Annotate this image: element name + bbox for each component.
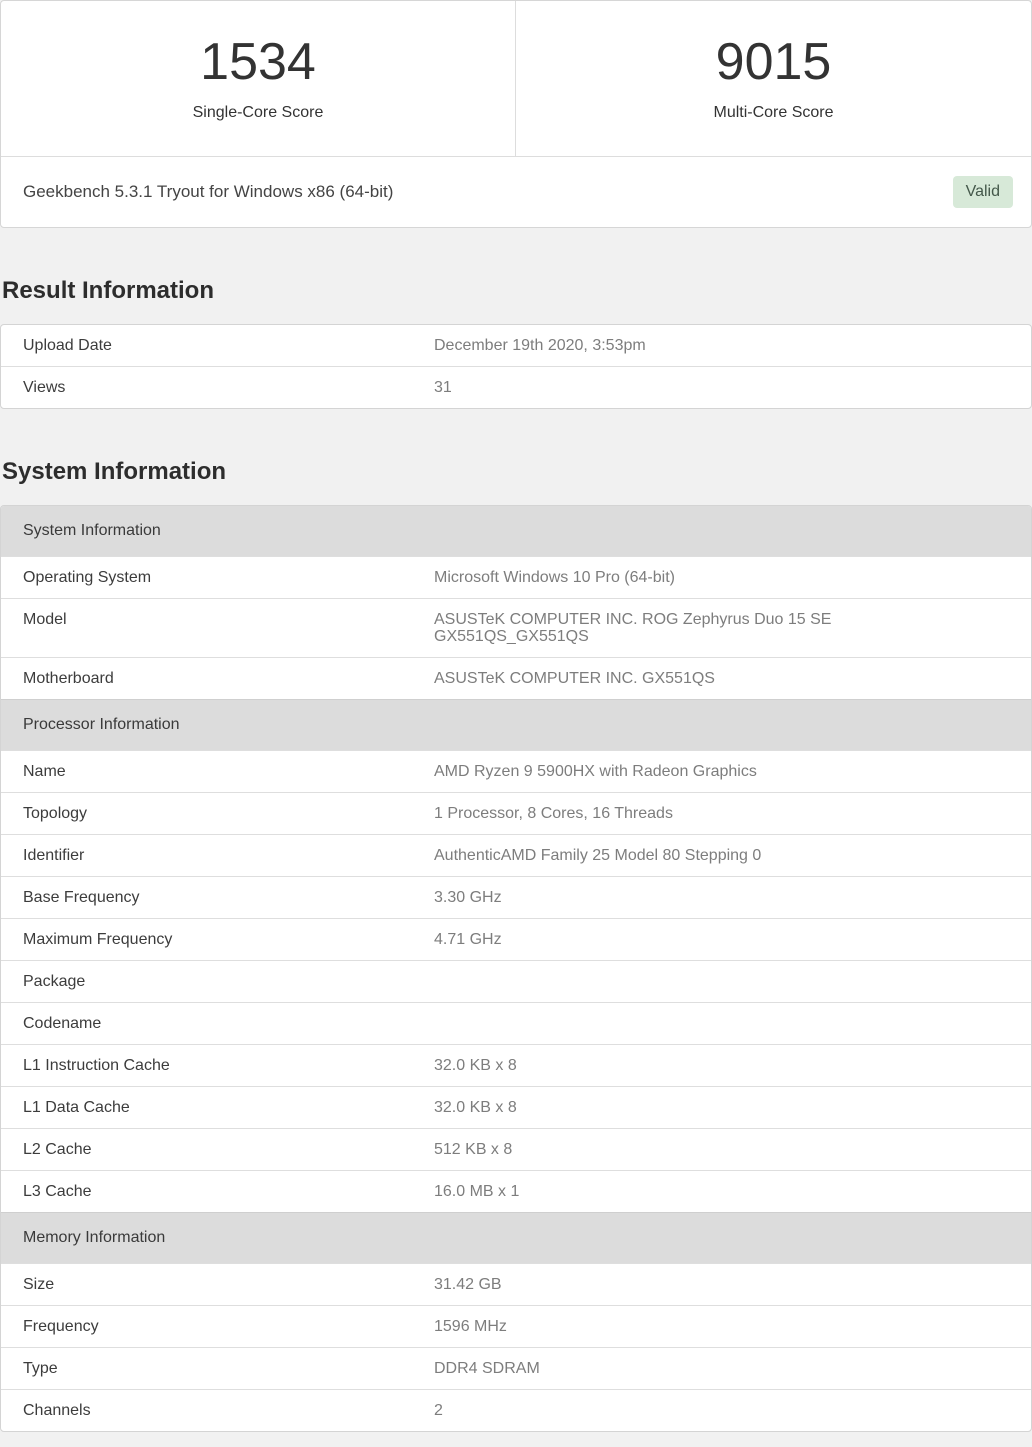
row-value: 1596 MHz — [434, 1306, 894, 1347]
row-value: 31.42 GB — [434, 1264, 894, 1305]
row-label: Upload Date — [1, 325, 434, 366]
system-information-heading: System Information — [2, 458, 1032, 486]
row-value: 512 KB x 8 — [434, 1129, 894, 1170]
score-row: 1534 Single-Core Score 9015 Multi-Core S… — [1, 1, 1031, 157]
row-label: Topology — [1, 793, 434, 834]
section-header-label: Memory Information — [23, 1229, 165, 1246]
row-value: ASUSTeK COMPUTER INC. GX551QS — [434, 658, 894, 699]
table-row: Topology 1 Processor, 8 Cores, 16 Thread… — [1, 792, 1031, 834]
row-value: 3.30 GHz — [434, 877, 894, 918]
table-row: Name AMD Ryzen 9 5900HX with Radeon Grap… — [1, 750, 1031, 792]
row-label: Name — [1, 751, 434, 792]
table-row: Frequency 1596 MHz — [1, 1305, 1031, 1347]
row-label: Identifier — [1, 835, 434, 876]
row-label: Package — [1, 961, 434, 1002]
section-header: Memory Information — [1, 1212, 1031, 1263]
single-core-score-label: Single-Core Score — [193, 104, 324, 122]
row-label: Channels — [1, 1390, 434, 1431]
valid-status-badge: Valid — [953, 176, 1013, 208]
table-section: Memory Information Size 31.42 GB Frequen… — [1, 1212, 1031, 1431]
table-row: Identifier AuthenticAMD Family 25 Model … — [1, 834, 1031, 876]
table-row: Operating System Microsoft Windows 10 Pr… — [1, 556, 1031, 598]
row-value: 31 — [434, 367, 894, 408]
table-row: Model ASUSTeK COMPUTER INC. ROG Zephyrus… — [1, 598, 1031, 657]
section-header: System Information — [1, 506, 1031, 556]
row-value: 1 Processor, 8 Cores, 16 Threads — [434, 793, 894, 834]
row-value: December 19th 2020, 3:53pm — [434, 325, 894, 366]
multi-core-score-label: Multi-Core Score — [713, 104, 833, 122]
row-label: Maximum Frequency — [1, 919, 434, 960]
single-core-score-cell: 1534 Single-Core Score — [1, 1, 516, 156]
row-value: 32.0 KB x 8 — [434, 1045, 894, 1086]
table-row: L2 Cache 512 KB x 8 — [1, 1128, 1031, 1170]
row-label: Base Frequency — [1, 877, 434, 918]
table-row: L1 Data Cache 32.0 KB x 8 — [1, 1086, 1031, 1128]
table-row: L1 Instruction Cache 32.0 KB x 8 — [1, 1044, 1031, 1086]
section-rows: Name AMD Ryzen 9 5900HX with Radeon Grap… — [1, 750, 1031, 1212]
table-row: Type DDR4 SDRAM — [1, 1347, 1031, 1389]
row-value: ASUSTeK COMPUTER INC. ROG Zephyrus Duo 1… — [434, 599, 894, 657]
row-label: Views — [1, 367, 434, 408]
table-row: L3 Cache 16.0 MB x 1 — [1, 1170, 1031, 1212]
row-label: L2 Cache — [1, 1129, 434, 1170]
table-row: Motherboard ASUSTeK COMPUTER INC. GX551Q… — [1, 657, 1031, 699]
table-row: Upload Date December 19th 2020, 3:53pm — [1, 325, 1031, 366]
row-value — [434, 1003, 894, 1044]
row-value: AuthenticAMD Family 25 Model 80 Stepping… — [434, 835, 894, 876]
row-label: L1 Data Cache — [1, 1087, 434, 1128]
row-value: Microsoft Windows 10 Pro (64-bit) — [434, 557, 894, 598]
row-value: 32.0 KB x 8 — [434, 1087, 894, 1128]
score-panel: 1534 Single-Core Score 9015 Multi-Core S… — [0, 0, 1032, 228]
table-row: Size 31.42 GB — [1, 1263, 1031, 1305]
table-section: System Information Operating System Micr… — [1, 506, 1031, 699]
row-label: Frequency — [1, 1306, 434, 1347]
section-header: Processor Information — [1, 699, 1031, 750]
table-row: Codename — [1, 1002, 1031, 1044]
row-label: L1 Instruction Cache — [1, 1045, 434, 1086]
row-label: Size — [1, 1264, 434, 1305]
row-label: Type — [1, 1348, 434, 1389]
table-row: Channels 2 — [1, 1389, 1031, 1431]
row-label: Codename — [1, 1003, 434, 1044]
row-label: Model — [1, 599, 434, 657]
system-information-table: System Information Operating System Micr… — [0, 505, 1032, 1432]
single-core-score-value: 1534 — [200, 35, 316, 90]
multi-core-score-cell: 9015 Multi-Core Score — [516, 1, 1031, 156]
row-value: AMD Ryzen 9 5900HX with Radeon Graphics — [434, 751, 894, 792]
benchmark-title-row: Geekbench 5.3.1 Tryout for Windows x86 (… — [1, 157, 1031, 227]
section-rows: Size 31.42 GB Frequency 1596 MHz Type DD… — [1, 1263, 1031, 1431]
row-label: L3 Cache — [1, 1171, 434, 1212]
result-information-heading: Result Information — [2, 277, 1032, 305]
section-header-label: System Information — [23, 522, 161, 539]
row-value — [434, 961, 894, 1002]
multi-core-score-value: 9015 — [716, 35, 832, 90]
result-information-table: Upload Date December 19th 2020, 3:53pm V… — [0, 324, 1032, 409]
section-header-label: Processor Information — [23, 716, 180, 733]
table-row: Views 31 — [1, 366, 1031, 408]
table-row: Base Frequency 3.30 GHz — [1, 876, 1031, 918]
row-value: DDR4 SDRAM — [434, 1348, 894, 1389]
benchmark-title: Geekbench 5.3.1 Tryout for Windows x86 (… — [23, 182, 953, 202]
row-value: 16.0 MB x 1 — [434, 1171, 894, 1212]
row-label: Motherboard — [1, 658, 434, 699]
table-row: Package — [1, 960, 1031, 1002]
row-label: Operating System — [1, 557, 434, 598]
row-value: 2 — [434, 1390, 894, 1431]
row-value: 4.71 GHz — [434, 919, 894, 960]
table-row: Maximum Frequency 4.71 GHz — [1, 918, 1031, 960]
section-rows: Operating System Microsoft Windows 10 Pr… — [1, 556, 1031, 699]
table-section: Processor Information Name AMD Ryzen 9 5… — [1, 699, 1031, 1212]
